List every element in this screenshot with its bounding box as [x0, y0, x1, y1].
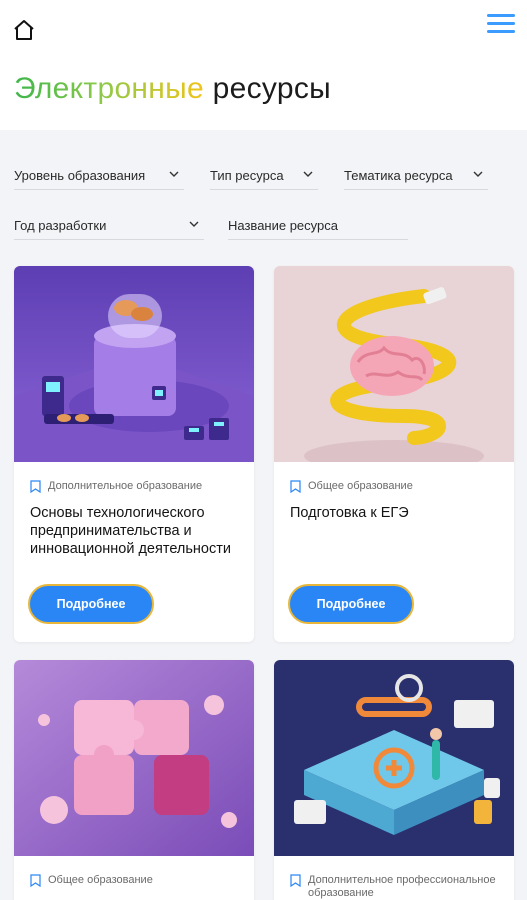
chevron-down-icon [303, 171, 313, 177]
card-title[interactable]: Подготовка к ЕГЭ [290, 504, 500, 522]
card-category-text: Дополнительное образование [48, 480, 203, 492]
filter-education-level-label: Уровень образования [14, 168, 146, 183]
resource-card[interactable]: Общее образование Подготовка к ЕГЭ Подро… [274, 266, 514, 642]
card-illustration-medical [274, 660, 514, 856]
filter-resource-type-label: Тип ресурса [210, 168, 284, 183]
filter-resource-type[interactable]: Тип ресурса [210, 162, 318, 190]
card-illustration-tech [14, 266, 254, 462]
resource-card[interactable]: Дополнительное образование Основы технол… [14, 266, 254, 642]
resource-name-placeholder: Название ресурса [228, 218, 338, 233]
page-title-accent: Электронные [14, 72, 205, 105]
resource-card[interactable]: Общее образование [14, 660, 254, 900]
filter-resource-topic-label: Тематика ресурса [344, 168, 453, 183]
page-title: Электронные ресурсы [14, 72, 331, 106]
bookmark-icon [30, 874, 41, 887]
card-title[interactable]: Основы технологического предпринимательс… [30, 504, 240, 558]
filter-year-label: Год разработки [14, 218, 107, 233]
card-category-text: Общее образование [48, 874, 153, 886]
bookmark-icon [290, 480, 301, 493]
card-category-text: Дополнительное профессиональное образова… [308, 874, 496, 899]
card-category-text: Общее образование [308, 480, 413, 492]
filter-education-level[interactable]: Уровень образования [14, 162, 184, 190]
chevron-down-icon [189, 221, 199, 227]
page-title-rest: ресурсы [212, 72, 332, 105]
details-button[interactable]: Подробнее [288, 584, 414, 624]
hamburger-menu-icon[interactable] [487, 14, 515, 38]
chevron-down-icon [169, 171, 179, 177]
bookmark-icon [290, 874, 301, 887]
bookmark-icon [30, 480, 41, 493]
top-bar [0, 0, 527, 50]
card-illustration-puzzle [14, 660, 254, 856]
filter-year[interactable]: Год разработки [14, 212, 204, 240]
home-icon[interactable] [12, 18, 36, 42]
card-illustration-brain [274, 266, 514, 462]
details-button[interactable]: Подробнее [28, 584, 154, 624]
page-header: Электронные ресурсы [0, 50, 527, 130]
filter-resource-topic[interactable]: Тематика ресурса [344, 162, 488, 190]
resource-name-input[interactable]: Название ресурса [228, 212, 408, 240]
chevron-down-icon [473, 171, 483, 177]
resource-card[interactable]: Дополнительное профессиональное образова… [274, 660, 514, 900]
